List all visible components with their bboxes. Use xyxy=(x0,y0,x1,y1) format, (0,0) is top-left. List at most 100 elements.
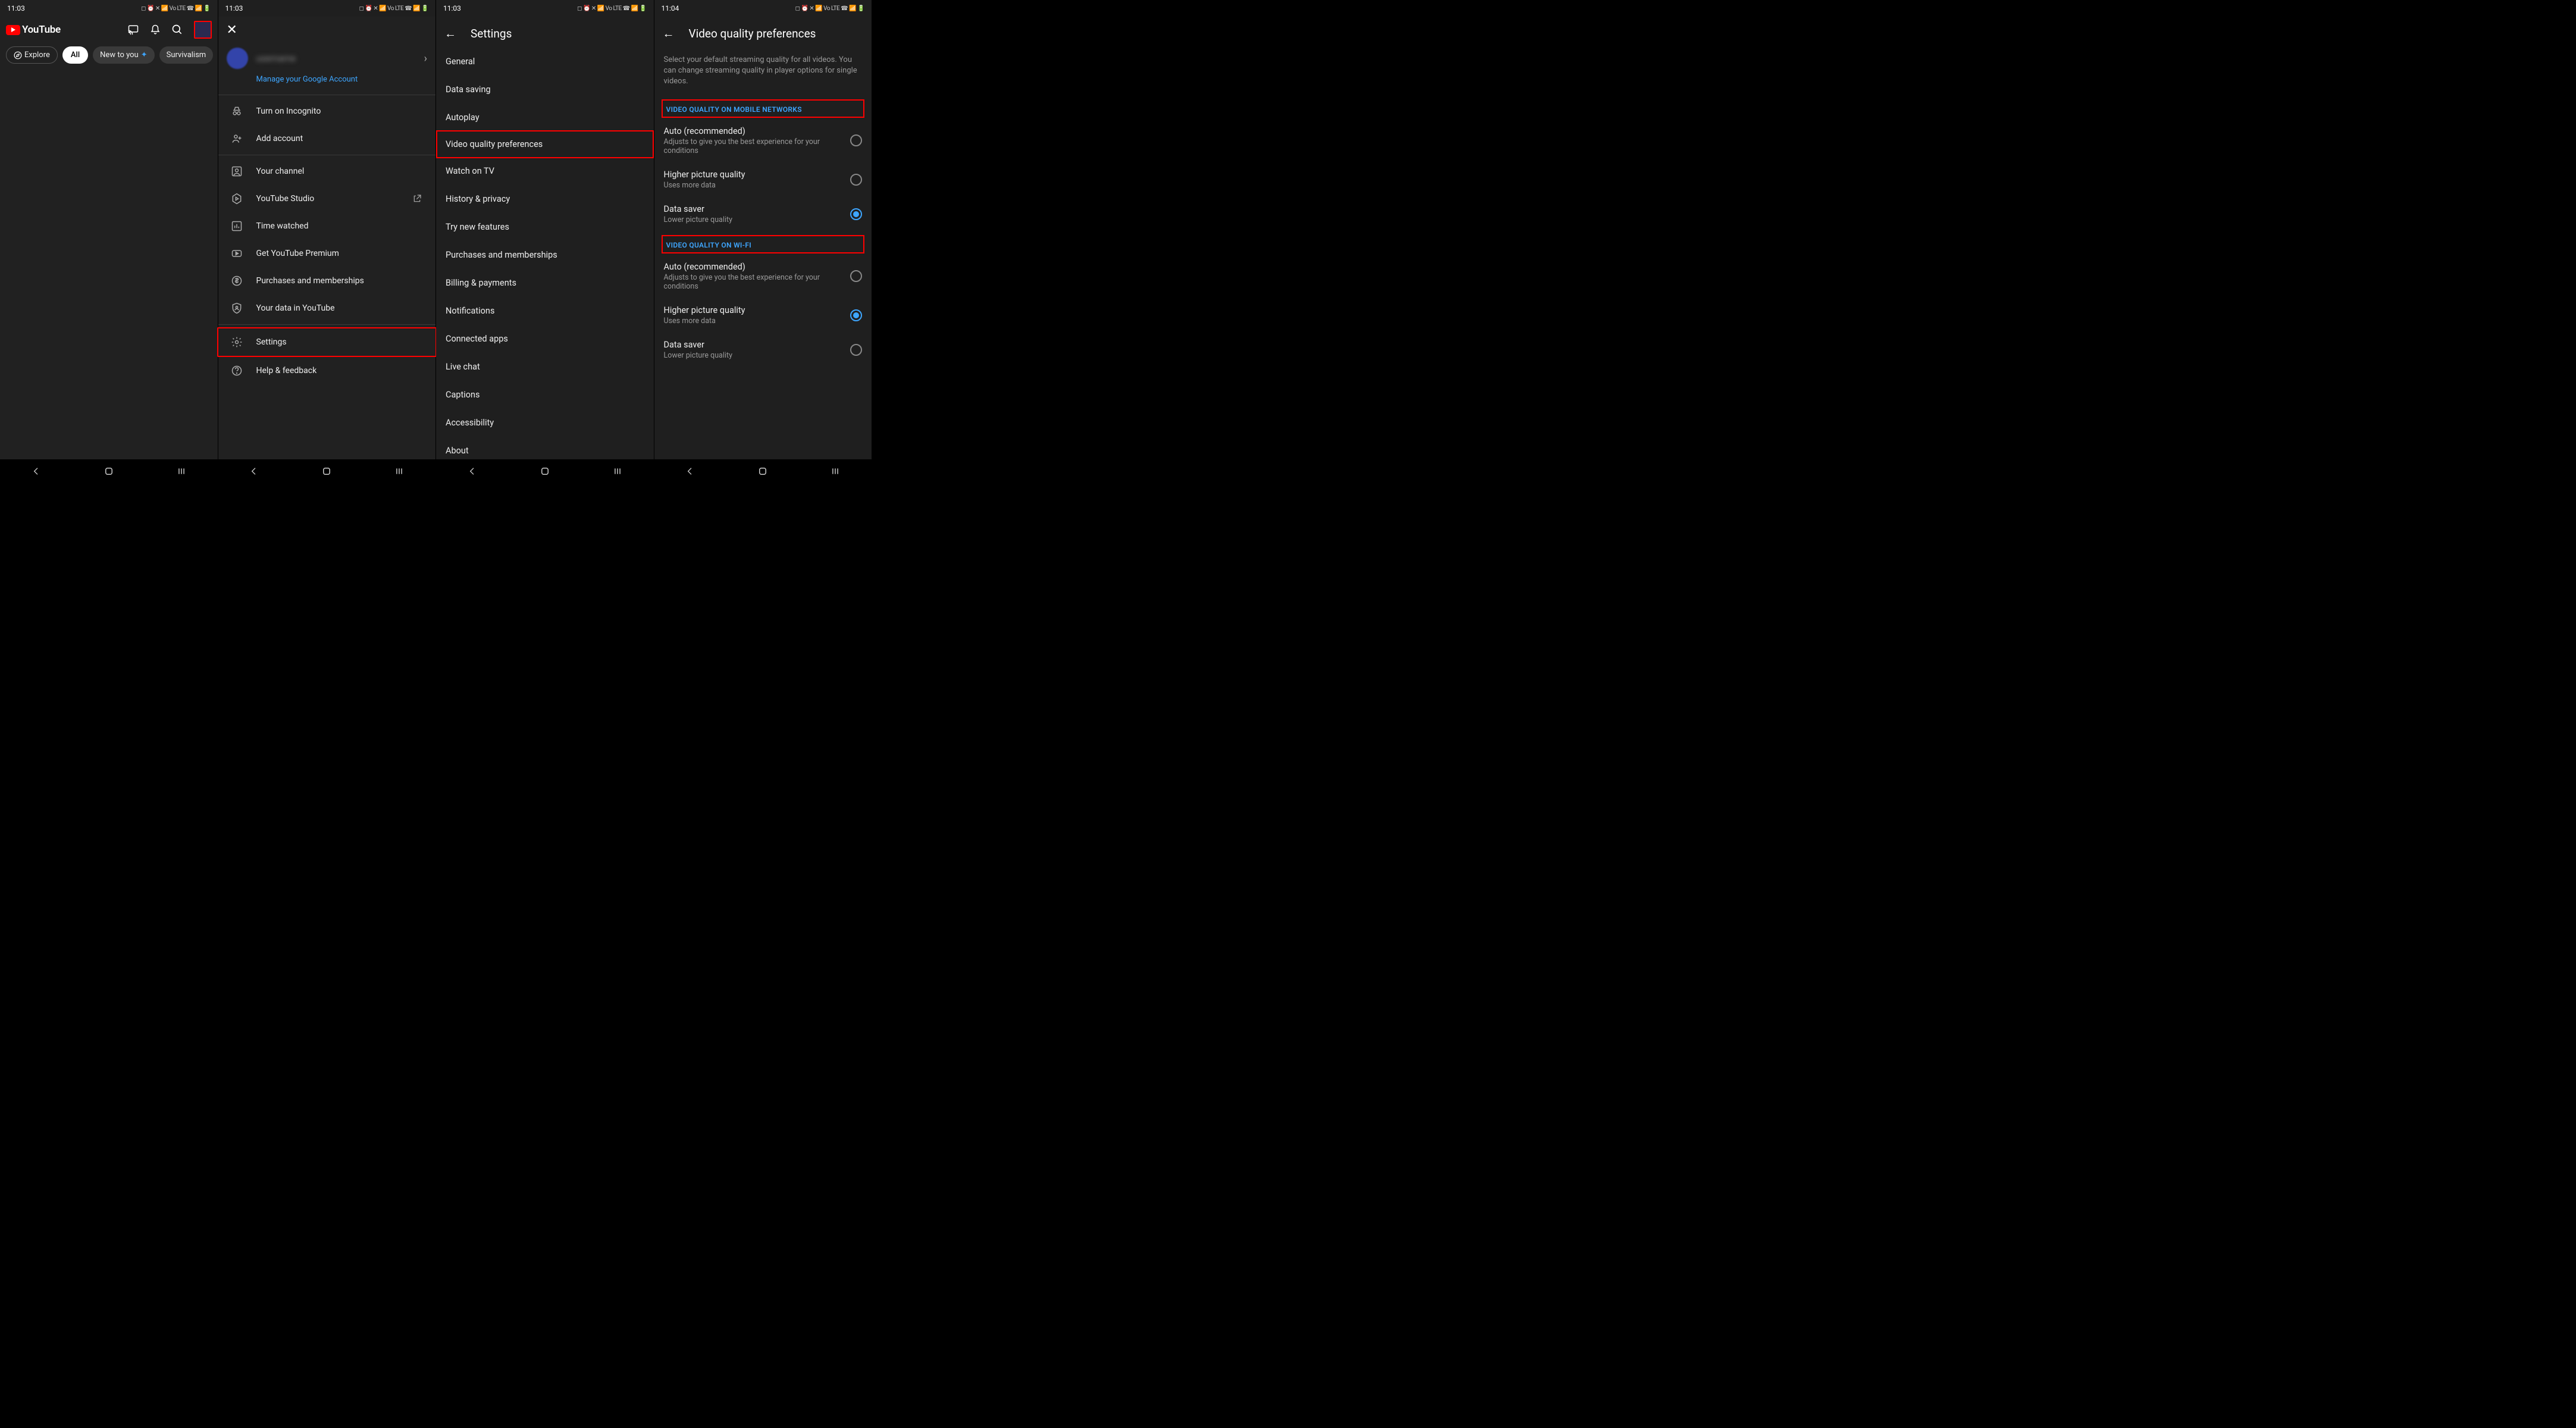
option-title: Higher picture quality xyxy=(664,305,844,315)
status-icons: ◻ ⏰ ✕ 📶 Vo LTE ☎ 📶 🔋 xyxy=(795,5,864,12)
screen-account-menu: 11:03 ◻ ⏰ ✕ 📶 Vo LTE ☎ 📶 🔋 ✕ username › … xyxy=(218,0,437,483)
settings-header: ← Settings xyxy=(436,19,654,48)
shield-person-icon xyxy=(230,302,243,315)
screen-video-quality-preferences: 11:04 ◻ ⏰ ✕ 📶 Vo LTE ☎ 📶 🔋 ← Video quali… xyxy=(654,0,873,483)
nav-back-icon[interactable] xyxy=(248,465,260,477)
settings-notifications[interactable]: Notifications xyxy=(436,297,654,325)
menu-studio[interactable]: YouTube Studio xyxy=(218,185,436,212)
chip-explore[interactable]: Explore xyxy=(6,46,58,64)
mobile-auto-row[interactable]: Auto (recommended) Adjusts to give you t… xyxy=(654,120,872,164)
compass-icon xyxy=(14,51,22,60)
status-icons: ◻ ⏰ ✕ 📶 Vo LTE ☎ 📶 🔋 xyxy=(141,5,210,12)
radio-button[interactable] xyxy=(850,174,862,186)
option-title: Auto (recommended) xyxy=(664,262,844,272)
menu-premium[interactable]: Get YouTube Premium xyxy=(218,240,436,267)
settings-general[interactable]: General xyxy=(436,48,654,76)
account-row[interactable]: username › xyxy=(218,43,436,71)
nav-recents-icon[interactable] xyxy=(176,465,187,477)
bell-icon[interactable] xyxy=(150,24,161,36)
menu-your-data[interactable]: Your data in YouTube xyxy=(218,295,436,322)
radio-button-selected[interactable] xyxy=(850,309,862,321)
nav-recents-icon[interactable] xyxy=(829,465,841,477)
settings-watch-tv[interactable]: Watch on TV xyxy=(436,157,654,185)
settings-try-new[interactable]: Try new features xyxy=(436,213,654,241)
chip-survivalism[interactable]: Survivalism xyxy=(159,46,214,64)
header-icons xyxy=(127,21,212,39)
menu-incognito[interactable]: Turn on Incognito xyxy=(218,98,436,125)
wifi-auto-row[interactable]: Auto (recommended) Adjusts to give you t… xyxy=(654,256,872,299)
option-subtitle: Lower picture quality xyxy=(664,351,844,360)
wifi-higher-row[interactable]: Higher picture quality Uses more data xyxy=(654,299,872,334)
option-subtitle: Adjusts to give you the best experience … xyxy=(664,273,844,291)
settings-autoplay[interactable]: Autoplay xyxy=(436,104,654,131)
studio-icon xyxy=(230,192,243,205)
settings-accessibility[interactable]: Accessibility xyxy=(436,409,654,437)
settings-live-chat[interactable]: Live chat xyxy=(436,353,654,381)
settings-connected[interactable]: Connected apps xyxy=(436,325,654,353)
status-time: 11:03 xyxy=(443,4,461,12)
radio-button[interactable] xyxy=(850,344,862,356)
manage-account-link[interactable]: Manage your Google Account xyxy=(218,71,436,92)
option-title: Auto (recommended) xyxy=(664,126,844,136)
settings-purchases[interactable]: Purchases and memberships xyxy=(436,241,654,269)
cast-icon[interactable] xyxy=(127,24,139,35)
settings-data-saving[interactable]: Data saving xyxy=(436,76,654,104)
divider xyxy=(218,324,436,325)
close-icon[interactable]: ✕ xyxy=(227,23,237,37)
mobile-saver-row[interactable]: Data saver Lower picture quality xyxy=(654,198,872,233)
chip-all[interactable]: All xyxy=(62,46,88,64)
mobile-higher-row[interactable]: Higher picture quality Uses more data xyxy=(654,164,872,198)
back-arrow-icon[interactable]: ← xyxy=(663,26,675,41)
nav-back-icon[interactable] xyxy=(684,465,696,477)
nav-recents-icon[interactable] xyxy=(393,465,405,477)
radio-button-selected[interactable] xyxy=(850,208,862,220)
radio-button[interactable] xyxy=(850,270,862,282)
youtube-logo[interactable]: YouTube xyxy=(6,24,61,36)
search-icon[interactable] xyxy=(171,24,183,36)
settings-billing[interactable]: Billing & payments xyxy=(436,269,654,297)
settings-title: Settings xyxy=(471,27,512,40)
menu-settings[interactable]: Settings xyxy=(217,327,437,357)
radio-button[interactable] xyxy=(850,134,862,146)
youtube-header: YouTube xyxy=(0,17,218,43)
menu-label: Time watched xyxy=(256,221,309,231)
vqp-header: ← Video quality preferences xyxy=(654,19,872,48)
settings-video-quality-preferences[interactable]: Video quality preferences xyxy=(436,130,654,158)
menu-add-account[interactable]: Add account xyxy=(218,125,436,152)
menu-purchases[interactable]: Purchases and memberships xyxy=(218,267,436,295)
option-subtitle: Uses more data xyxy=(664,181,844,190)
menu-header: ✕ xyxy=(218,17,436,43)
back-arrow-icon[interactable]: ← xyxy=(444,26,456,41)
menu-label: Get YouTube Premium xyxy=(256,249,339,258)
filter-chip-row[interactable]: Explore All New to you ✦ Survivalism Ru xyxy=(0,43,218,67)
nav-home-icon[interactable] xyxy=(757,465,769,477)
screen-youtube-home: 11:03 ◻ ⏰ ✕ 📶 Vo LTE ☎ 📶 🔋 YouTube Explo… xyxy=(0,0,218,483)
status-bar: 11:03 ◻ ⏰ ✕ 📶 Vo LTE ☎ 📶 🔋 xyxy=(218,0,436,17)
nav-recents-icon[interactable] xyxy=(612,465,623,477)
youtube-logo-text: YouTube xyxy=(22,24,61,36)
dollar-icon xyxy=(230,274,243,287)
section-mobile-header-highlight: VIDEO QUALITY ON MOBILE NETWORKS xyxy=(662,99,865,118)
system-nav-bar xyxy=(436,459,654,483)
menu-help[interactable]: Help & feedback xyxy=(218,357,436,384)
menu-your-channel[interactable]: Your channel xyxy=(218,158,436,185)
nav-back-icon[interactable] xyxy=(30,465,42,477)
nav-home-icon[interactable] xyxy=(103,465,115,477)
settings-history[interactable]: History & privacy xyxy=(436,185,654,213)
avatar-button[interactable] xyxy=(194,21,212,39)
wifi-saver-row[interactable]: Data saver Lower picture quality xyxy=(654,334,872,368)
account-menu-list: Turn on Incognito Add account Your chann… xyxy=(218,98,436,384)
settings-captions[interactable]: Captions xyxy=(436,381,654,409)
account-avatar xyxy=(227,48,248,69)
menu-time-watched[interactable]: Time watched xyxy=(218,212,436,240)
nav-home-icon[interactable] xyxy=(321,465,333,477)
incognito-icon xyxy=(230,105,243,118)
nav-home-icon[interactable] xyxy=(539,465,551,477)
help-icon xyxy=(230,364,243,377)
settings-list: General Data saving Autoplay Video quali… xyxy=(436,48,654,465)
nav-back-icon[interactable] xyxy=(466,465,478,477)
chip-new[interactable]: New to you ✦ xyxy=(93,46,154,64)
option-subtitle: Uses more data xyxy=(664,317,844,325)
menu-label: Your data in YouTube xyxy=(256,303,335,313)
chevron-right-icon: › xyxy=(424,52,427,65)
